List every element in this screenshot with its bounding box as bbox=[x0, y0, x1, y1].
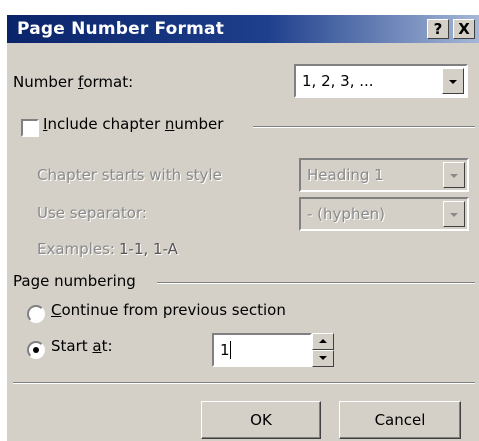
chevron-down-icon[interactable] bbox=[443, 201, 465, 227]
ok-button[interactable]: OK bbox=[201, 401, 321, 439]
separator-value: - (hyphen) bbox=[307, 205, 386, 223]
start-at-spinner[interactable]: 1 bbox=[212, 333, 338, 367]
close-button[interactable]: X bbox=[453, 19, 475, 39]
dialog-title: Page Number Format bbox=[17, 19, 225, 39]
number-format-dropdown[interactable]: 1, 2, 3, ... bbox=[294, 64, 468, 98]
page-numbering-divider bbox=[157, 282, 475, 284]
include-chapter-checkbox[interactable] bbox=[21, 119, 39, 137]
chevron-down-icon[interactable] bbox=[443, 162, 465, 188]
examples-label: Examples: bbox=[37, 240, 115, 258]
start-at-value: 1 bbox=[220, 341, 230, 359]
cancel-button[interactable]: Cancel bbox=[339, 401, 461, 439]
use-separator-label: Use separator: bbox=[37, 204, 147, 222]
continue-radio[interactable] bbox=[27, 305, 45, 323]
chapter-group-divider bbox=[253, 126, 475, 128]
start-at-radio[interactable] bbox=[27, 341, 45, 359]
include-chapter-label[interactable]: Include chapter number bbox=[43, 115, 223, 133]
chapter-starts-with-label: Chapter starts with style bbox=[37, 166, 222, 184]
separator-dropdown[interactable]: - (hyphen) bbox=[299, 197, 469, 231]
help-button[interactable]: ? bbox=[427, 19, 449, 39]
start-at-label[interactable]: Start at: bbox=[51, 337, 113, 355]
continue-label[interactable]: Continue from previous section bbox=[51, 301, 286, 319]
page-number-format-dialog: Page Number Format ? X Number format: 1,… bbox=[6, 14, 479, 441]
spin-down-icon[interactable] bbox=[312, 350, 334, 367]
title-bar: Page Number Format ? X bbox=[7, 15, 479, 43]
button-area-divider bbox=[13, 382, 475, 384]
chapter-style-value: Heading 1 bbox=[307, 166, 384, 184]
text-caret bbox=[230, 341, 231, 359]
start-at-input[interactable]: 1 bbox=[212, 333, 312, 367]
spin-up-icon[interactable] bbox=[312, 333, 334, 350]
number-format-value: 1, 2, 3, ... bbox=[302, 72, 374, 90]
chevron-down-icon[interactable] bbox=[442, 68, 464, 94]
chapter-style-dropdown[interactable]: Heading 1 bbox=[299, 158, 469, 192]
number-format-label: Number format: bbox=[13, 73, 134, 91]
page-numbering-group-label: Page numbering bbox=[13, 272, 136, 290]
examples-value: 1-1, 1-A bbox=[119, 240, 178, 258]
